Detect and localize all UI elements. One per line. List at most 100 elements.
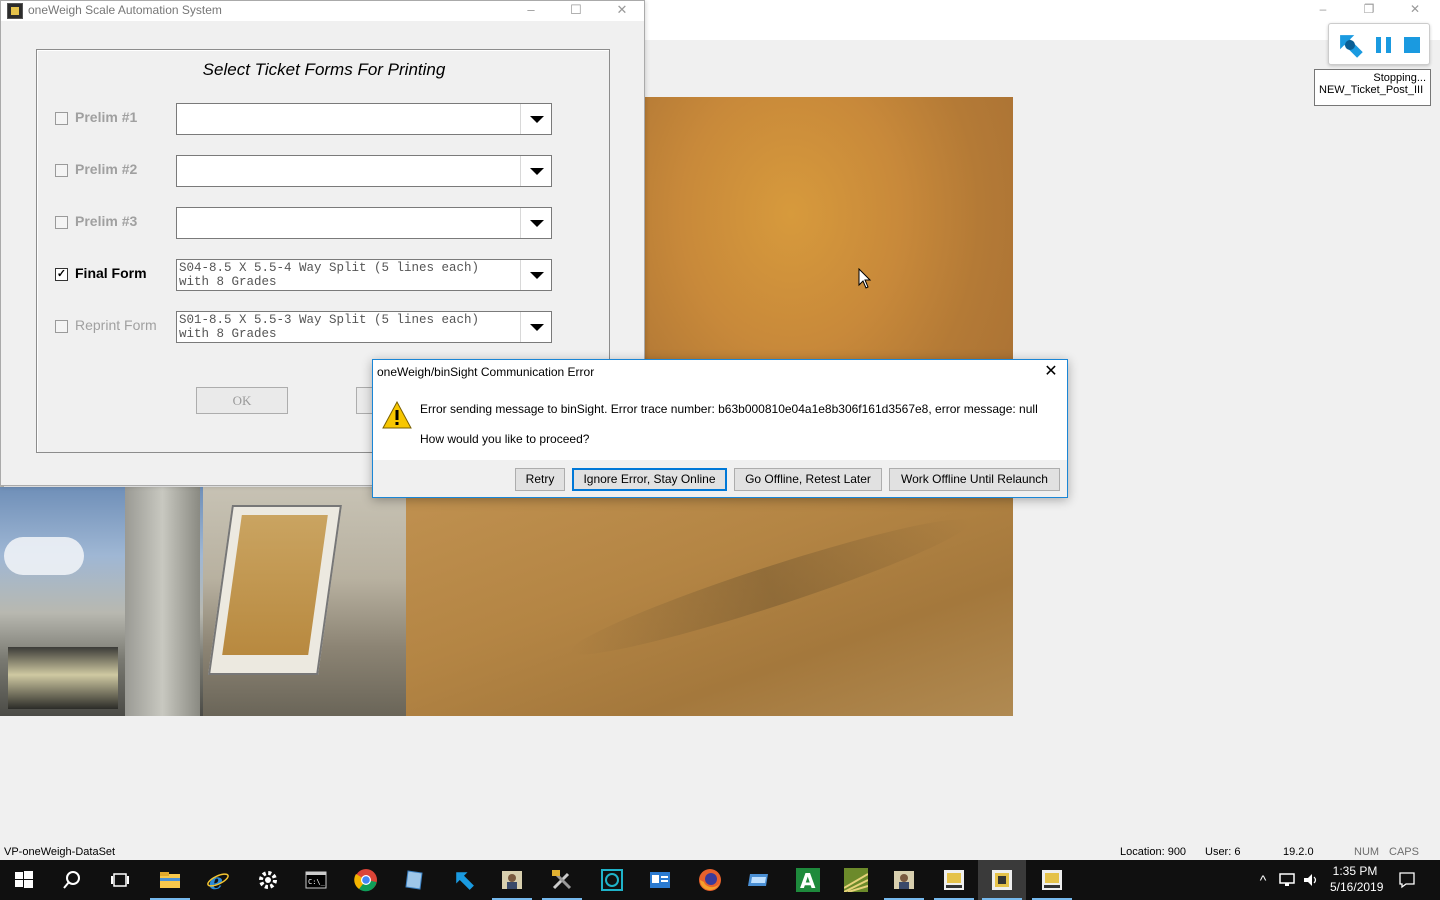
taskbar-notepad[interactable] [390, 860, 438, 900]
dropdown-arrow-icon[interactable] [520, 208, 551, 238]
start-button[interactable] [0, 860, 48, 900]
status-version: 19.2.0 [1283, 846, 1314, 858]
prelim-1-checkbox[interactable] [55, 112, 68, 125]
terminal-icon: C:\_ [305, 871, 327, 889]
task-view-icon [111, 873, 129, 887]
chrome-icon [354, 869, 377, 892]
taskbar-file-explorer[interactable] [146, 860, 194, 900]
dropdown-arrow-icon[interactable] [520, 312, 551, 342]
taskbar-settings[interactable] [244, 860, 292, 900]
taskbar-folder-app[interactable] [734, 860, 782, 900]
prelim-1-label: Prelim #1 [75, 109, 138, 125]
oneweigh-tiket-icon [1042, 870, 1062, 890]
prelim-3-label: Prelim #3 [75, 213, 138, 229]
volume-icon[interactable] [1302, 872, 1320, 888]
taskbar-terminal[interactable]: C:\_ [292, 860, 340, 900]
close-button[interactable]: ✕ [1392, 2, 1438, 20]
dropdown-arrow-icon[interactable] [520, 104, 551, 134]
taskbar-target[interactable] [588, 860, 636, 900]
network-icon[interactable] [1278, 872, 1296, 888]
notifications-icon[interactable] [1398, 871, 1416, 889]
taskbar-id-card[interactable] [636, 860, 684, 900]
taskbar-app-person2[interactable] [880, 860, 928, 900]
dropdown-arrow-icon[interactable] [520, 260, 551, 290]
work-offline-button[interactable]: Work Offline Until Relaunch [889, 468, 1060, 491]
prelim-2-checkbox[interactable] [55, 164, 68, 177]
folder-app-icon [748, 874, 768, 886]
final-form-select[interactable]: S04-8.5 X 5.5-4 Way Split (5 lines each)… [176, 259, 552, 291]
final-form-checkbox[interactable]: ✓ [55, 268, 68, 281]
dialog-body: Error sending message to binSight. Error… [373, 386, 1067, 460]
reprint-form-checkbox[interactable] [55, 320, 68, 333]
taskbar-tools[interactable] [538, 860, 586, 900]
taskbar-app-person[interactable] [488, 860, 536, 900]
notepad-icon [405, 870, 423, 890]
taskbar-automation[interactable] [440, 860, 488, 900]
firefox-icon [699, 869, 721, 891]
prelim-3-checkbox[interactable] [55, 216, 68, 229]
reprint-form-select[interactable]: S01-8.5 X 5.5-3 Way Split (5 lines each)… [176, 311, 552, 343]
maximize-button[interactable]: ☐ [553, 1, 599, 21]
final-form-label: Final Form [75, 265, 147, 281]
svg-text:A: A [800, 869, 816, 892]
ok-button[interactable]: OK [196, 387, 288, 414]
cloud [4, 537, 84, 575]
prelim-3-select[interactable] [176, 207, 552, 239]
clock-date: 5/16/2019 [1330, 880, 1384, 894]
taskbar-internet-explorer[interactable]: e [194, 860, 242, 900]
taskbar-oneweigh-tiket[interactable] [1028, 860, 1076, 900]
silo [125, 487, 200, 716]
taskbar-clock[interactable]: 1:35 PM 5/16/2019 [1330, 863, 1384, 895]
error-message: Error sending message to binSight. Error… [420, 402, 1038, 416]
retry-button[interactable]: Retry [515, 468, 565, 491]
reprint-form-label: Reprint Form [75, 317, 157, 333]
status-bar: VP-oneWeigh-DataSet Location: 900 User: … [0, 846, 1440, 860]
tray-chevron-icon[interactable]: ^ [1254, 860, 1272, 900]
go-offline-button[interactable]: Go Offline, Retest Later [734, 468, 882, 491]
stop-button[interactable] [1404, 37, 1420, 53]
taskbar-chrome[interactable] [342, 860, 390, 900]
internet-explorer-icon: e [207, 869, 229, 892]
restore-button[interactable]: ❐ [1346, 2, 1392, 20]
task-view-button[interactable] [96, 860, 144, 900]
close-icon[interactable]: ✕ [1043, 364, 1059, 380]
status-num: NUM [1354, 846, 1380, 858]
status-user: User: 6 [1205, 846, 1241, 858]
taskbar-app-a[interactable]: A [784, 860, 832, 900]
windows-taskbar: e C:\_ A ^ 1:35 PM 5/16/2019 [0, 860, 1440, 900]
dialog-title: oneWeigh/binSight Communication Error [377, 365, 595, 379]
dropdown-arrow-icon[interactable] [520, 156, 551, 186]
minimize-button[interactable]: – [508, 1, 554, 21]
minimize-button[interactable]: – [1300, 2, 1346, 20]
app-person2-icon [894, 871, 914, 889]
search-button[interactable] [48, 860, 96, 900]
clock-time: 1:35 PM [1332, 864, 1378, 878]
prelim-2-select[interactable] [176, 155, 552, 187]
close-button[interactable]: ✕ [599, 1, 645, 21]
reprint-form-value: S01-8.5 X 5.5-3 Way Split (5 lines each)… [179, 313, 480, 341]
taskbar-field[interactable] [832, 860, 880, 900]
error-question: How would you like to proceed? [420, 432, 590, 446]
prelim-1-select[interactable] [176, 103, 552, 135]
taskbar-oneweigh-post[interactable] [930, 860, 978, 900]
target-icon [601, 869, 623, 891]
taskbar-oneweigh[interactable] [978, 860, 1026, 900]
id-card-icon [650, 872, 670, 888]
oneweigh-post-icon [944, 870, 964, 890]
group-heading: Select Ticket Forms For Printing [202, 60, 446, 79]
app-person-icon [502, 871, 522, 889]
status-caps: CAPS [1389, 846, 1419, 858]
pause-button[interactable] [1376, 37, 1392, 53]
dialog-titlebar: oneWeigh/binSight Communication Error ✕ [373, 360, 1067, 386]
tooltip-job-name: NEW_Ticket_Post_III [1319, 84, 1424, 96]
automation-logo-icon[interactable] [1333, 28, 1367, 62]
communication-error-dialog: oneWeigh/binSight Communication Error ✕ … [372, 359, 1068, 498]
automation-control-widget [1328, 23, 1430, 65]
ignore-error-button[interactable]: Ignore Error, Stay Online [572, 468, 727, 491]
tools-icon [552, 870, 572, 890]
field-icon [844, 868, 868, 892]
windows-start-icon [15, 871, 33, 888]
svg-text:C:\_: C:\_ [308, 878, 326, 886]
automation-tooltip: Stopping... NEW_Ticket_Post_III [1314, 69, 1431, 106]
taskbar-firefox[interactable] [686, 860, 734, 900]
